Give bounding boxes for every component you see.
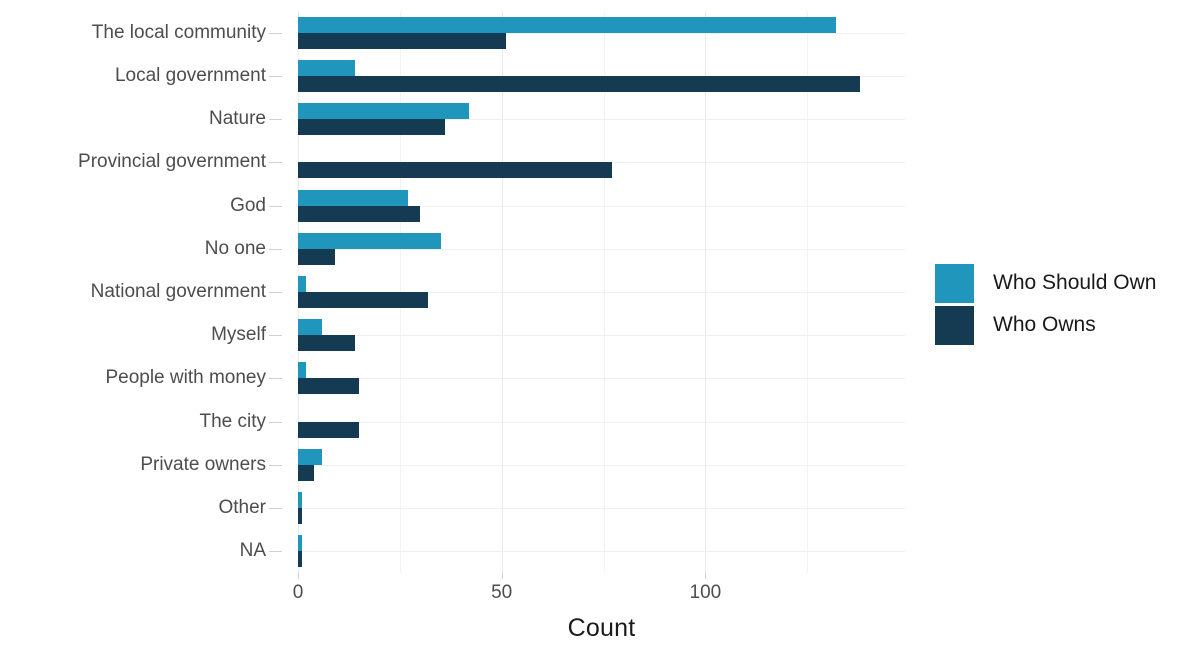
bar [298,492,303,509]
bar [298,448,323,465]
x-axis: 0 50 100 [293,573,905,613]
legend-swatch-icon [935,305,974,345]
bar [298,59,356,76]
bar [298,535,303,552]
legend-item[interactable]: Who Should Own [935,262,1156,304]
bar-group [298,319,905,352]
x-axis-tick [705,573,707,579]
y-axis-tick [269,378,282,379]
y-axis-tick [269,335,282,336]
y-axis-label: The city [199,410,266,432]
y-axis-label: Nature [208,108,266,130]
bar [298,362,307,379]
bar-group [298,146,905,179]
y-axis-label: Private owners [140,453,266,475]
y-axis-tick [269,249,282,250]
y-axis-label: Myself [211,324,266,346]
bar-group [298,448,905,481]
bar-group [298,103,905,136]
bar [298,103,470,120]
legend: Who Should Own Who Owns [935,262,1156,346]
bar-group [298,189,905,222]
bar [298,75,861,92]
x-axis-title: Count [567,614,636,642]
y-axis-tick [269,76,282,77]
legend-label: Who Should Own [993,271,1157,294]
y-axis-tick [269,551,282,552]
plot-area [298,11,905,573]
y-axis-label: NA [239,540,266,562]
y-axis-label: The local community [91,21,266,43]
y-axis-label: Provincial government [78,151,266,173]
legend-label: Who Owns [993,313,1096,336]
y-axis-tick [269,508,282,509]
y-axis-tick [269,292,282,293]
x-axis-tick-label: 0 [292,582,304,603]
bar [298,464,315,481]
bar-group [298,535,905,568]
legend-swatch-icon [935,263,974,303]
y-axis-tick [269,119,282,120]
bar [298,119,445,136]
bar [298,248,335,265]
bar [298,335,356,352]
bar-group [298,492,905,525]
bar [298,508,303,525]
x-axis-tick [501,573,503,579]
bar [298,232,441,249]
y-axis-tick [269,206,282,207]
bar [298,551,303,568]
y-axis-tick [269,422,282,423]
bar [298,276,307,292]
bar [298,292,429,308]
bar [298,189,408,206]
legend-item[interactable]: Who Owns [935,304,1156,346]
y-axis: The local community Local government Natur… [0,11,282,573]
y-axis-label: National government [90,281,266,302]
bar [298,421,360,438]
bar-chart-figure: The local community Local government Natur… [0,0,1200,667]
bar-group [298,276,905,308]
bar [298,32,506,49]
y-axis-label: Other [218,497,266,519]
bar [298,162,612,179]
x-axis-tick-label: 100 [689,582,722,603]
x-axis-tick-label: 50 [491,582,513,603]
bar-group [298,16,905,49]
bar-group [298,232,905,265]
bar [298,16,836,33]
y-axis-tick [269,33,282,34]
y-axis-label: People with money [105,367,266,389]
bar [298,205,421,222]
y-axis-tick [269,465,282,466]
bar-group [298,362,905,395]
bar [298,378,360,395]
x-axis-tick [298,573,299,579]
bar-group [298,406,905,438]
y-axis-label: No one [204,237,266,259]
y-axis-tick [269,162,282,163]
bar-group [298,59,905,92]
bar [298,319,323,336]
y-axis-label: God [230,194,266,216]
y-axis-label: Local government [114,64,266,86]
